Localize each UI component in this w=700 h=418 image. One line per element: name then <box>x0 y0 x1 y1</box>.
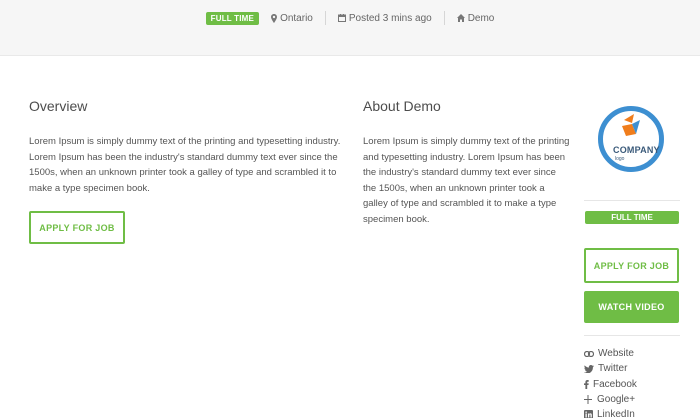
job-posted: Posted 3 mins ago <box>337 12 432 24</box>
linkedin-icon <box>584 410 593 418</box>
social-link-label[interactable]: Website <box>598 348 634 359</box>
link-icon <box>584 350 594 357</box>
sidebar-divider <box>584 200 680 201</box>
job-company-text[interactable]: Demo <box>468 13 495 24</box>
facebook-icon <box>584 380 589 389</box>
social-link-label[interactable]: Twitter <box>598 363 627 374</box>
google-plus-icon <box>584 395 592 404</box>
job-meta-row: FULL TIME Ontario Posted 3 mins ago Demo <box>0 10 700 26</box>
social-link-website[interactable]: Website <box>584 347 634 360</box>
company-logo-name: COMPANY <box>613 145 660 155</box>
company-logo-mark-icon <box>622 114 640 136</box>
job-location: Ontario <box>271 13 313 24</box>
overview-title: Overview <box>29 98 88 114</box>
about-title: About Demo <box>363 98 441 114</box>
social-link-label[interactable]: Google+ <box>597 394 635 405</box>
meta-divider <box>443 11 445 25</box>
sidebar-apply-for-job-button[interactable]: APPLY FOR JOB <box>584 248 679 283</box>
home-icon <box>456 14 465 22</box>
company-logo-sub: logo <box>615 156 625 162</box>
job-meta-band <box>0 0 700 56</box>
social-link-facebook[interactable]: Facebook <box>584 378 637 391</box>
map-marker-icon <box>271 13 278 23</box>
job-type-badge: FULL TIME <box>205 11 260 25</box>
job-posted-text: Posted 3 mins ago <box>348 12 432 24</box>
overview-text: Lorem Ipsum is simply dummy text of the … <box>29 136 341 194</box>
social-link-label[interactable]: LinkedIn <box>597 409 635 418</box>
calendar-icon <box>337 14 346 22</box>
sidebar-divider <box>584 335 680 336</box>
social-link-linkedin[interactable]: LinkedIn <box>584 408 635 418</box>
job-company[interactable]: Demo <box>456 13 495 24</box>
sidebar-job-type-badge: FULL TIME <box>585 211 679 224</box>
job-location-text: Ontario <box>280 12 313 24</box>
meta-divider <box>324 11 326 25</box>
twitter-icon <box>584 364 594 373</box>
social-link-twitter[interactable]: Twitter <box>584 362 627 375</box>
about-text: Lorem Ipsum is simply dummy text of the … <box>363 136 570 225</box>
apply-for-job-button[interactable]: APPLY FOR JOB <box>29 211 125 244</box>
watch-video-button[interactable]: WATCH VIDEO <box>584 291 679 323</box>
social-link-google-plus[interactable]: Google+ <box>584 393 635 406</box>
social-link-label[interactable]: Facebook <box>593 379 637 390</box>
